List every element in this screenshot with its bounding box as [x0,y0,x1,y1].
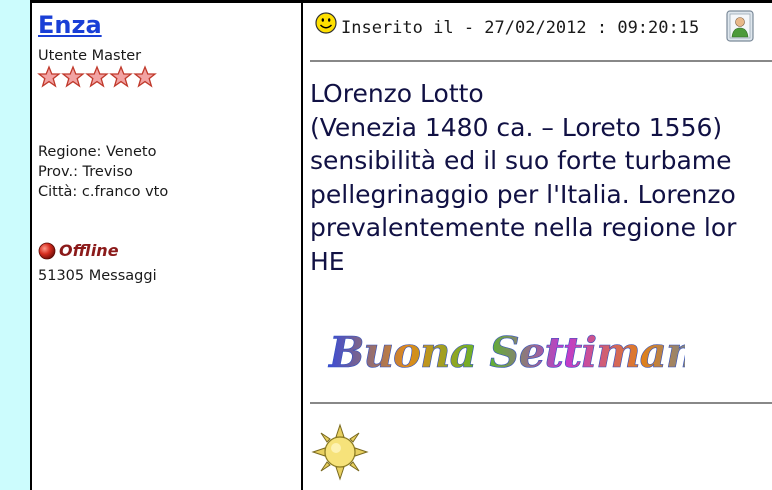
post-date: Inserito il - 27/02/2012 : 09:20:15 [341,18,700,38]
author-province: Prov.: Treviso [38,164,133,180]
post-body-line: prevalentemente nella regione lor [310,213,737,242]
message-count: 51305 Messaggi [38,268,157,284]
author-name-link[interactable]: Enza [38,13,102,37]
author-region: Regione: Veneto [38,144,157,160]
banner-text: Buona Settimana [328,328,685,377]
post-body-line: sensibilità ed il suo forte turbame [310,146,732,175]
profile-icon[interactable] [726,10,754,42]
buona-settimana-banner: Buona Settimana [328,328,685,378]
online-status: Offline [38,241,119,260]
post-body: LOrenzo Lotto (Venezia 1480 ca. – Loreto… [310,77,772,278]
rank-star-icon [85,65,109,88]
author-rank: Utente Master [38,48,142,64]
rank-star-icon [61,65,85,88]
forum-post: Enza Utente Master Regione: Veneto Prov.… [30,3,772,490]
post-panel: Inserito il - 27/02/2012 : 09:20:15 LOre… [303,3,772,490]
author-city: Città: c.franco vto [38,184,169,200]
rank-stars [37,65,157,89]
sun-icon [311,423,369,481]
post-body-line: pellegrinaggio per l'Italia. Lorenzo [310,179,736,209]
post-footer-divider [310,402,772,404]
rank-star-icon [109,65,133,88]
post-body-line: HE [310,246,345,276]
offline-dot-icon [38,242,56,259]
post-body-line: LOrenzo Lotto [310,79,484,108]
rank-star-icon [37,65,61,88]
author-panel: Enza Utente Master Regione: Veneto Prov.… [32,3,301,490]
post-header-divider [310,60,772,62]
smiley-icon [315,12,337,34]
status-label: Offline [59,241,119,260]
rank-star-icon [133,65,157,88]
post-body-line: (Venezia 1480 ca. – Loreto 1556) [310,112,723,142]
